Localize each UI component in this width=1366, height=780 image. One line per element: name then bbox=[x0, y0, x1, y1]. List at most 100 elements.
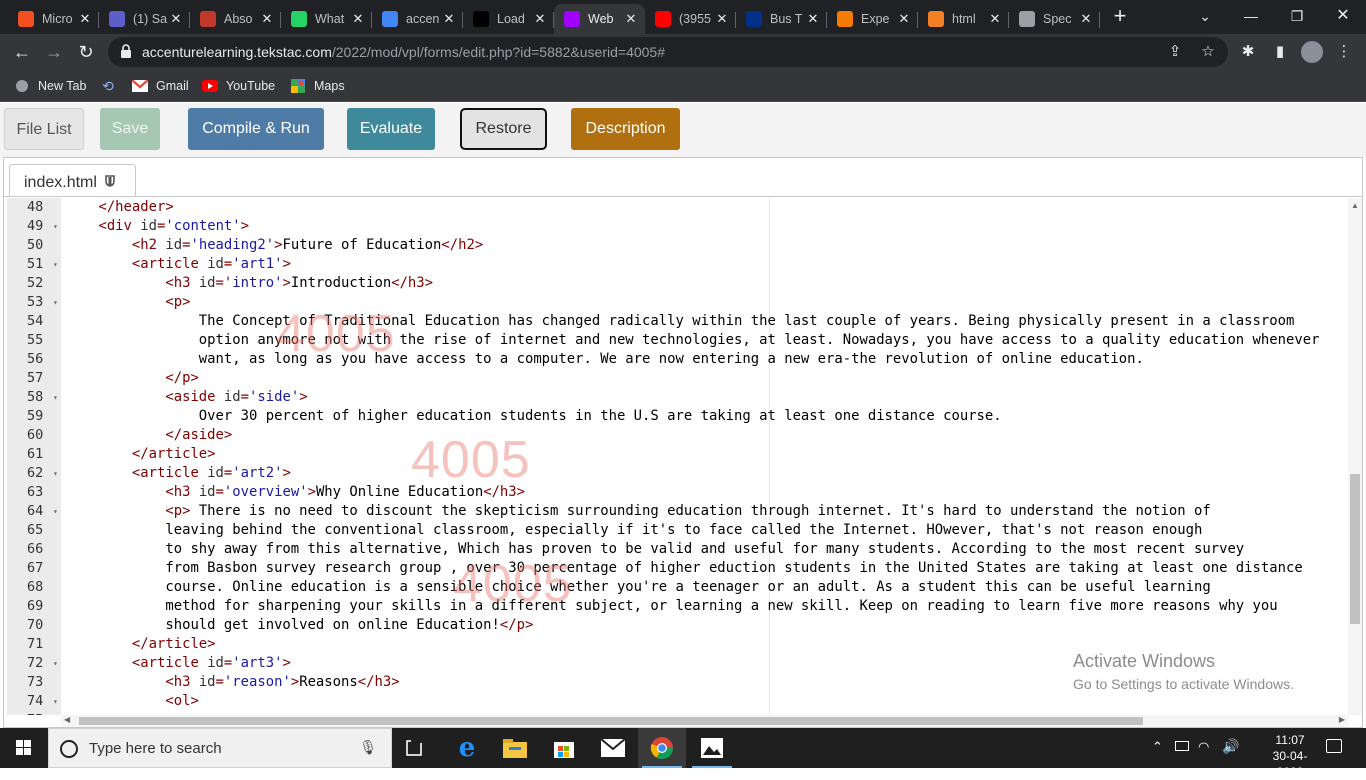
menu-icon[interactable]: ⋮ bbox=[1332, 40, 1356, 64]
file-list-button[interactable]: File List bbox=[4, 108, 84, 150]
address-bar[interactable]: accenturelearning.tekstac.com/2022/mod/v… bbox=[108, 37, 1228, 67]
browser-tab[interactable]: Micro ✕ bbox=[8, 4, 99, 34]
code-line[interactable]: from Basbon survey research group , over… bbox=[61, 559, 1348, 578]
code-line[interactable]: <ol> bbox=[61, 692, 1348, 711]
close-tab-icon[interactable]: ✕ bbox=[987, 11, 1003, 27]
code-line[interactable]: </aside> bbox=[61, 426, 1348, 445]
fold-arrow-icon[interactable]: ▾ bbox=[53, 217, 58, 236]
browser-tab[interactable]: accen ✕ bbox=[372, 4, 463, 34]
horizontal-scrollbar[interactable]: ◀ ▶ bbox=[61, 715, 1348, 727]
restore-button[interactable]: Restore bbox=[460, 108, 547, 150]
code-line[interactable]: Over 30 percent of higher education stud… bbox=[61, 407, 1348, 426]
close-tab-icon[interactable]: ✕ bbox=[623, 11, 639, 27]
close-tab-icon[interactable]: ✕ bbox=[1078, 11, 1094, 27]
maximize-button[interactable]: ❐ bbox=[1274, 4, 1320, 28]
browser-tab[interactable]: Expe ✕ bbox=[827, 4, 918, 34]
code-line[interactable]: <div id='content'> bbox=[61, 217, 1348, 236]
file-explorer-icon[interactable] bbox=[491, 728, 539, 768]
notification-icon[interactable] bbox=[1326, 739, 1342, 753]
battery-icon[interactable] bbox=[1175, 741, 1189, 751]
close-tab-icon[interactable]: ✕ bbox=[441, 11, 457, 27]
bookmark-new-tab[interactable]: New Tab bbox=[14, 77, 86, 95]
share-icon[interactable]: ⇪ bbox=[1163, 40, 1187, 64]
bookmark-star-icon[interactable]: ☆ bbox=[1196, 40, 1220, 64]
fold-arrow-icon[interactable]: ▾ bbox=[53, 388, 58, 407]
close-tab-icon[interactable]: ✕ bbox=[259, 11, 275, 27]
browser-tab[interactable]: html ✕ bbox=[918, 4, 1009, 34]
close-tab-icon[interactable]: ✕ bbox=[896, 11, 912, 27]
minimize-button[interactable]: — bbox=[1228, 4, 1274, 28]
browser-tab[interactable]: What ✕ bbox=[281, 4, 372, 34]
close-tab-icon[interactable]: ✕ bbox=[532, 11, 548, 27]
fold-arrow-icon[interactable]: ▾ bbox=[53, 255, 58, 274]
reload-button[interactable]: ↻ bbox=[74, 40, 98, 64]
compile-run-button[interactable]: Compile & Run bbox=[188, 108, 324, 150]
code-line[interactable]: want, as long as you have access to a co… bbox=[61, 350, 1348, 369]
code-line[interactable]: option anymore not with the rise of inte… bbox=[61, 331, 1348, 350]
code-line[interactable]: leaving behind the conventional classroo… bbox=[61, 521, 1348, 540]
start-button[interactable] bbox=[0, 728, 48, 768]
back-button[interactable]: ← bbox=[10, 40, 34, 64]
fold-arrow-icon[interactable]: ▾ bbox=[53, 464, 58, 483]
photos-icon[interactable] bbox=[688, 728, 736, 768]
chrome-icon[interactable] bbox=[638, 728, 686, 768]
fold-arrow-icon[interactable]: ▾ bbox=[53, 502, 58, 521]
close-window-button[interactable]: ✕ bbox=[1320, 4, 1366, 28]
evaluate-button[interactable]: Evaluate bbox=[347, 108, 435, 150]
file-tab[interactable]: index.html bbox=[9, 164, 136, 196]
fold-arrow-icon[interactable]: ▾ bbox=[53, 692, 58, 711]
code-line[interactable]: </article> bbox=[61, 445, 1348, 464]
tray-chevron-icon[interactable]: ⌃ bbox=[1152, 739, 1163, 755]
clock[interactable]: 11:07 30-04-2022 bbox=[1260, 732, 1320, 780]
edge-icon[interactable]: e bbox=[443, 728, 491, 768]
browser-tab[interactable]: Spec ✕ bbox=[1009, 4, 1100, 34]
code-line[interactable]: The Concept of Traditional Education has… bbox=[61, 312, 1348, 331]
description-button[interactable]: Description bbox=[571, 108, 680, 150]
close-tab-icon[interactable]: ✕ bbox=[77, 11, 93, 27]
tab-search-button[interactable]: ⌄ bbox=[1182, 4, 1228, 28]
code-line[interactable]: <h3 id='intro'>Introduction</h3> bbox=[61, 274, 1348, 293]
browser-tab[interactable]: Load ✕ bbox=[463, 4, 554, 34]
code-line[interactable]: <h2 id='heading2'>Future of Education</h… bbox=[61, 236, 1348, 255]
browser-tab[interactable]: Web ✕ bbox=[554, 4, 645, 34]
volume-icon[interactable]: 🔊 bbox=[1222, 738, 1239, 755]
wifi-icon[interactable]: ◠ bbox=[1198, 739, 1209, 755]
extensions-icon[interactable]: ✱ bbox=[1236, 40, 1260, 64]
browser-tab[interactable]: Abso ✕ bbox=[190, 4, 281, 34]
profile-avatar[interactable] bbox=[1300, 40, 1324, 64]
close-tab-icon[interactable]: ✕ bbox=[168, 11, 184, 27]
code-line[interactable]: <aside id='side'> bbox=[61, 388, 1348, 407]
store-icon[interactable] bbox=[540, 728, 588, 768]
browser-tab[interactable]: (3955 ✕ bbox=[645, 4, 736, 34]
code-area[interactable]: </header> <div id='content'> <h2 id='hea… bbox=[61, 198, 1348, 715]
code-line[interactable]: should get involved on online Education!… bbox=[61, 616, 1348, 635]
vertical-scroll-thumb[interactable] bbox=[1350, 474, 1360, 624]
bookmark-gmail[interactable]: Gmail bbox=[132, 77, 189, 95]
code-line[interactable]: </p> bbox=[61, 369, 1348, 388]
fold-arrow-icon[interactable]: ▾ bbox=[53, 293, 58, 312]
side-panel-icon[interactable]: ▮ bbox=[1268, 40, 1292, 64]
code-line[interactable]: </header> bbox=[61, 198, 1348, 217]
bookmark-maps[interactable]: Maps bbox=[290, 77, 345, 95]
code-line[interactable]: <article id='art1'> bbox=[61, 255, 1348, 274]
bookmark-youtube[interactable]: YouTube bbox=[202, 77, 275, 95]
microphone-icon[interactable]: 🎙 bbox=[359, 739, 377, 756]
code-line[interactable]: <p> bbox=[61, 293, 1348, 312]
forward-button[interactable]: → bbox=[42, 40, 66, 64]
fold-arrow-icon[interactable]: ▾ bbox=[53, 654, 58, 673]
close-tab-icon[interactable]: ✕ bbox=[805, 11, 821, 27]
bookmark-history[interactable]: ⟲ bbox=[100, 77, 124, 95]
save-button[interactable]: Save bbox=[100, 108, 160, 150]
code-line[interactable]: <p> There is no need to discount the ske… bbox=[61, 502, 1348, 521]
code-line[interactable]: <article id='art2'> bbox=[61, 464, 1348, 483]
close-tab-icon[interactable]: ✕ bbox=[350, 11, 366, 27]
code-line[interactable]: method for sharpening your skills in a d… bbox=[61, 597, 1348, 616]
code-line[interactable]: <h3 id='overview'>Why Online Education</… bbox=[61, 483, 1348, 502]
browser-tab[interactable]: (1) Sa ✕ bbox=[99, 4, 190, 34]
new-tab-button[interactable]: + bbox=[1108, 5, 1132, 28]
task-view-icon[interactable] bbox=[392, 728, 440, 768]
vertical-scrollbar[interactable]: ▲ bbox=[1348, 198, 1362, 715]
browser-tab[interactable]: Bus T ✕ bbox=[736, 4, 827, 34]
horizontal-scroll-thumb[interactable] bbox=[79, 717, 1143, 725]
code-line[interactable]: course. Online education is a sensible c… bbox=[61, 578, 1348, 597]
